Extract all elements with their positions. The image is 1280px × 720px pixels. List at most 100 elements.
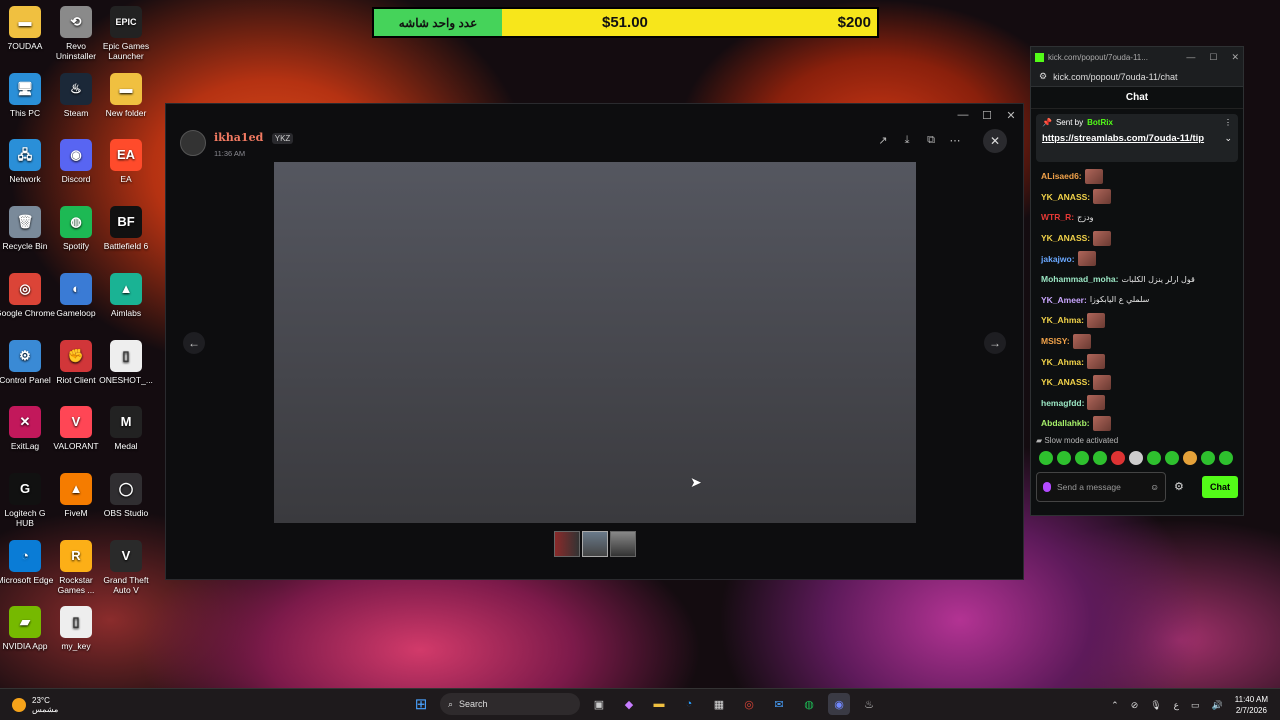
spotify-icon[interactable]: ◍: [798, 693, 820, 715]
start-icon[interactable]: ⊞: [410, 693, 432, 715]
display-icon[interactable]: ▭: [1191, 700, 1200, 711]
desktop-icon[interactable]: EPIC Epic Games Launcher: [96, 6, 156, 61]
desktop-icon[interactable]: ▲ Aimlabs: [96, 272, 156, 318]
desktop-icon[interactable]: V Grand Theft Auto V: [96, 539, 156, 595]
emote-icon[interactable]: [1093, 450, 1107, 465]
desktop-icon[interactable]: ◯ OBS Studio: [96, 472, 156, 518]
desktop-icon[interactable]: ▯ my_key: [46, 606, 106, 651]
obs-icon: ◯: [110, 472, 142, 505]
file-explorer-icon[interactable]: ▬: [648, 693, 670, 715]
desktop-icon[interactable]: BF Battlefield 6: [96, 206, 156, 251]
maximize-button[interactable]: ☐: [975, 109, 999, 122]
window-close-button[interactable]: ✕: [999, 109, 1023, 122]
emote-icon[interactable]: [1201, 450, 1215, 465]
more-options-icon[interactable]: ⋯: [945, 130, 965, 150]
emote-icon[interactable]: [1129, 450, 1143, 465]
chat-title: Chat: [1031, 87, 1243, 109]
chat-message: jakajwo:: [1041, 248, 1233, 269]
desktop-icon[interactable]: ▯ ONESHOT_...: [96, 339, 156, 385]
chevron-up-icon[interactable]: ⌃: [1111, 700, 1119, 711]
emote-icon[interactable]: [1183, 450, 1197, 465]
control-panel-icon: ⚙: [9, 339, 41, 372]
clock[interactable]: 11:40 AM 2/7/2026: [1235, 694, 1268, 716]
chat-username[interactable]: Mohammad_moha:: [1041, 274, 1118, 284]
chat-username[interactable]: hemagfdd:: [1041, 398, 1084, 408]
emote-icon[interactable]: [1165, 450, 1179, 465]
chat-username[interactable]: ALisaed6:: [1041, 171, 1082, 181]
volume-icon[interactable]: 🔊: [1212, 700, 1223, 711]
mic-icon[interactable]: 🎙: [1150, 700, 1161, 711]
gear-icon[interactable]: ⚙: [1174, 480, 1184, 493]
close-button[interactable]: ✕: [1231, 52, 1239, 63]
copilot-icon[interactable]: ◆: [618, 693, 640, 715]
chat-username[interactable]: YK_ANASS:: [1041, 233, 1090, 243]
discord-media-viewer-window: — ☐ ✕ ikha1ed YKZ 11:36 AM ↗ ⤓ ⧉ ⋯ ✕ ← →: [165, 103, 1024, 580]
address-bar[interactable]: ⚙ kick.com/popout/7ouda-11/chat: [1031, 67, 1243, 87]
desktop-icon[interactable]: EA EA: [96, 139, 156, 184]
unpin-icon[interactable]: ⋮: [1224, 118, 1232, 127]
emote-icon[interactable]: [1039, 450, 1053, 465]
thumbnail[interactable]: [582, 531, 608, 557]
desktop-icon-label: New folder: [105, 107, 147, 118]
chat-username[interactable]: jakajwo:: [1041, 254, 1075, 264]
emote-icon[interactable]: [1057, 450, 1071, 465]
avatar[interactable]: [180, 130, 206, 156]
chat-username[interactable]: YK_Ahma:: [1041, 315, 1084, 325]
steam-icon: ♨: [60, 72, 92, 105]
store-icon[interactable]: ▦: [708, 693, 730, 715]
edge-icon[interactable]: ◔: [678, 693, 700, 715]
prev-arrow-icon[interactable]: ←: [183, 332, 205, 354]
emote-icon[interactable]: [1111, 450, 1125, 465]
thumbnail[interactable]: [610, 531, 636, 557]
emote-icon[interactable]: [1147, 450, 1161, 465]
next-arrow-icon[interactable]: →: [984, 332, 1006, 354]
pinned-link[interactable]: https://streamlabs.com/7ouda-11/tip: [1042, 133, 1204, 144]
chat-username[interactable]: YK_ANASS:: [1041, 377, 1090, 387]
chat-username[interactable]: Abdallahkb:: [1041, 418, 1090, 428]
taskbar-search[interactable]: ⌕ Search: [440, 693, 580, 715]
mail-icon[interactable]: ✉: [768, 693, 790, 715]
download-icon[interactable]: ⤓: [897, 130, 917, 150]
chevron-down-icon[interactable]: ⌄: [1224, 133, 1232, 144]
desktop-icon[interactable]: ▬ New folder: [96, 72, 156, 118]
close-viewer-button[interactable]: ✕: [983, 129, 1007, 153]
url-text: kick.com/popout/7ouda-11/chat: [1053, 71, 1178, 82]
chat-username[interactable]: MSISY:: [1041, 336, 1070, 346]
mic-icon[interactable]: [1043, 481, 1051, 492]
chat-username[interactable]: YK_Ameer:: [1041, 295, 1087, 305]
media-image[interactable]: [274, 162, 916, 523]
chat-message: MSISY:: [1041, 331, 1233, 352]
emote-icon[interactable]: [1219, 450, 1233, 465]
chat-username[interactable]: YK_ANASS:: [1041, 192, 1090, 202]
emote-icon: [1084, 168, 1103, 184]
network-off-icon[interactable]: ⊘: [1131, 700, 1139, 711]
author-name[interactable]: ikha1ed: [214, 131, 263, 144]
task-view-icon[interactable]: ▣: [588, 693, 610, 715]
nvidia-icon: ▰: [9, 606, 41, 639]
thumbnail[interactable]: [554, 531, 580, 557]
chat-username[interactable]: WTR_R:: [1041, 212, 1074, 222]
chat-username[interactable]: YK_Ahma:: [1041, 357, 1084, 367]
media-thumbnails: [554, 531, 636, 557]
window-titlebar: — ☐ ✕: [166, 104, 1023, 126]
taskbar: 23°C مشمس ⊞ ⌕ Search ▣ ◆ ▬ ◔ ▦ ◎ ✉ ◍ ◉ ♨…: [0, 688, 1280, 720]
desktop-icon[interactable]: M Medal: [96, 406, 156, 451]
discord-icon[interactable]: ◉: [828, 693, 850, 715]
minimize-button[interactable]: —: [1186, 52, 1195, 63]
open-external-icon[interactable]: ⧉: [921, 130, 941, 150]
minimize-button[interactable]: —: [951, 109, 975, 121]
site-settings-icon[interactable]: ⚙: [1039, 71, 1047, 82]
chat-message-list: ALisaed6: YK_ANASS: WTR_R: ودزج YK_ANASS: jak…: [1031, 162, 1243, 434]
forward-icon[interactable]: ↗: [873, 130, 893, 150]
maximize-button[interactable]: ☐: [1209, 52, 1217, 63]
weather-widget[interactable]: 23°C مشمس: [0, 696, 58, 714]
chrome-icon[interactable]: ◎: [738, 693, 760, 715]
language-indicator[interactable]: ع: [1174, 700, 1179, 711]
emoji-icon[interactable]: ☺: [1150, 482, 1159, 492]
emote-icon[interactable]: [1075, 450, 1089, 465]
steam-icon[interactable]: ♨: [858, 693, 880, 715]
chat-message: YK_Ahma:: [1041, 351, 1233, 372]
chat-send-button[interactable]: Chat: [1202, 475, 1238, 498]
chat-message-input[interactable]: Send a message ☺: [1036, 471, 1166, 502]
pinned-sender[interactable]: BotRix: [1087, 118, 1113, 127]
